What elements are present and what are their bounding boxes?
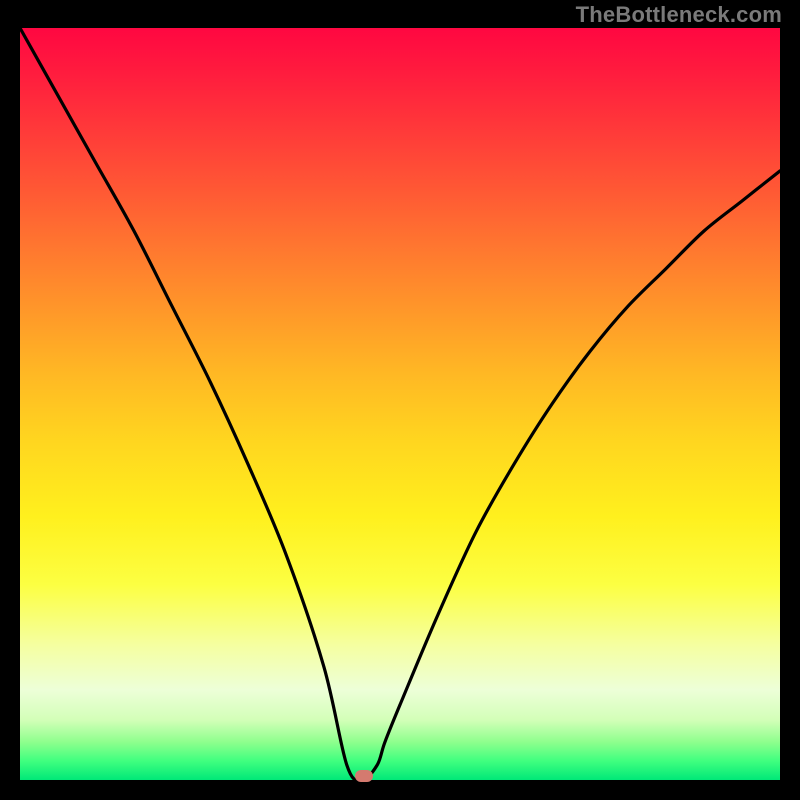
- chart-container: TheBottleneck.com: [0, 0, 800, 800]
- optimal-point-marker: [355, 770, 373, 782]
- gradient-background: [20, 28, 780, 780]
- plot-area: [20, 28, 780, 780]
- watermark-text: TheBottleneck.com: [576, 2, 782, 28]
